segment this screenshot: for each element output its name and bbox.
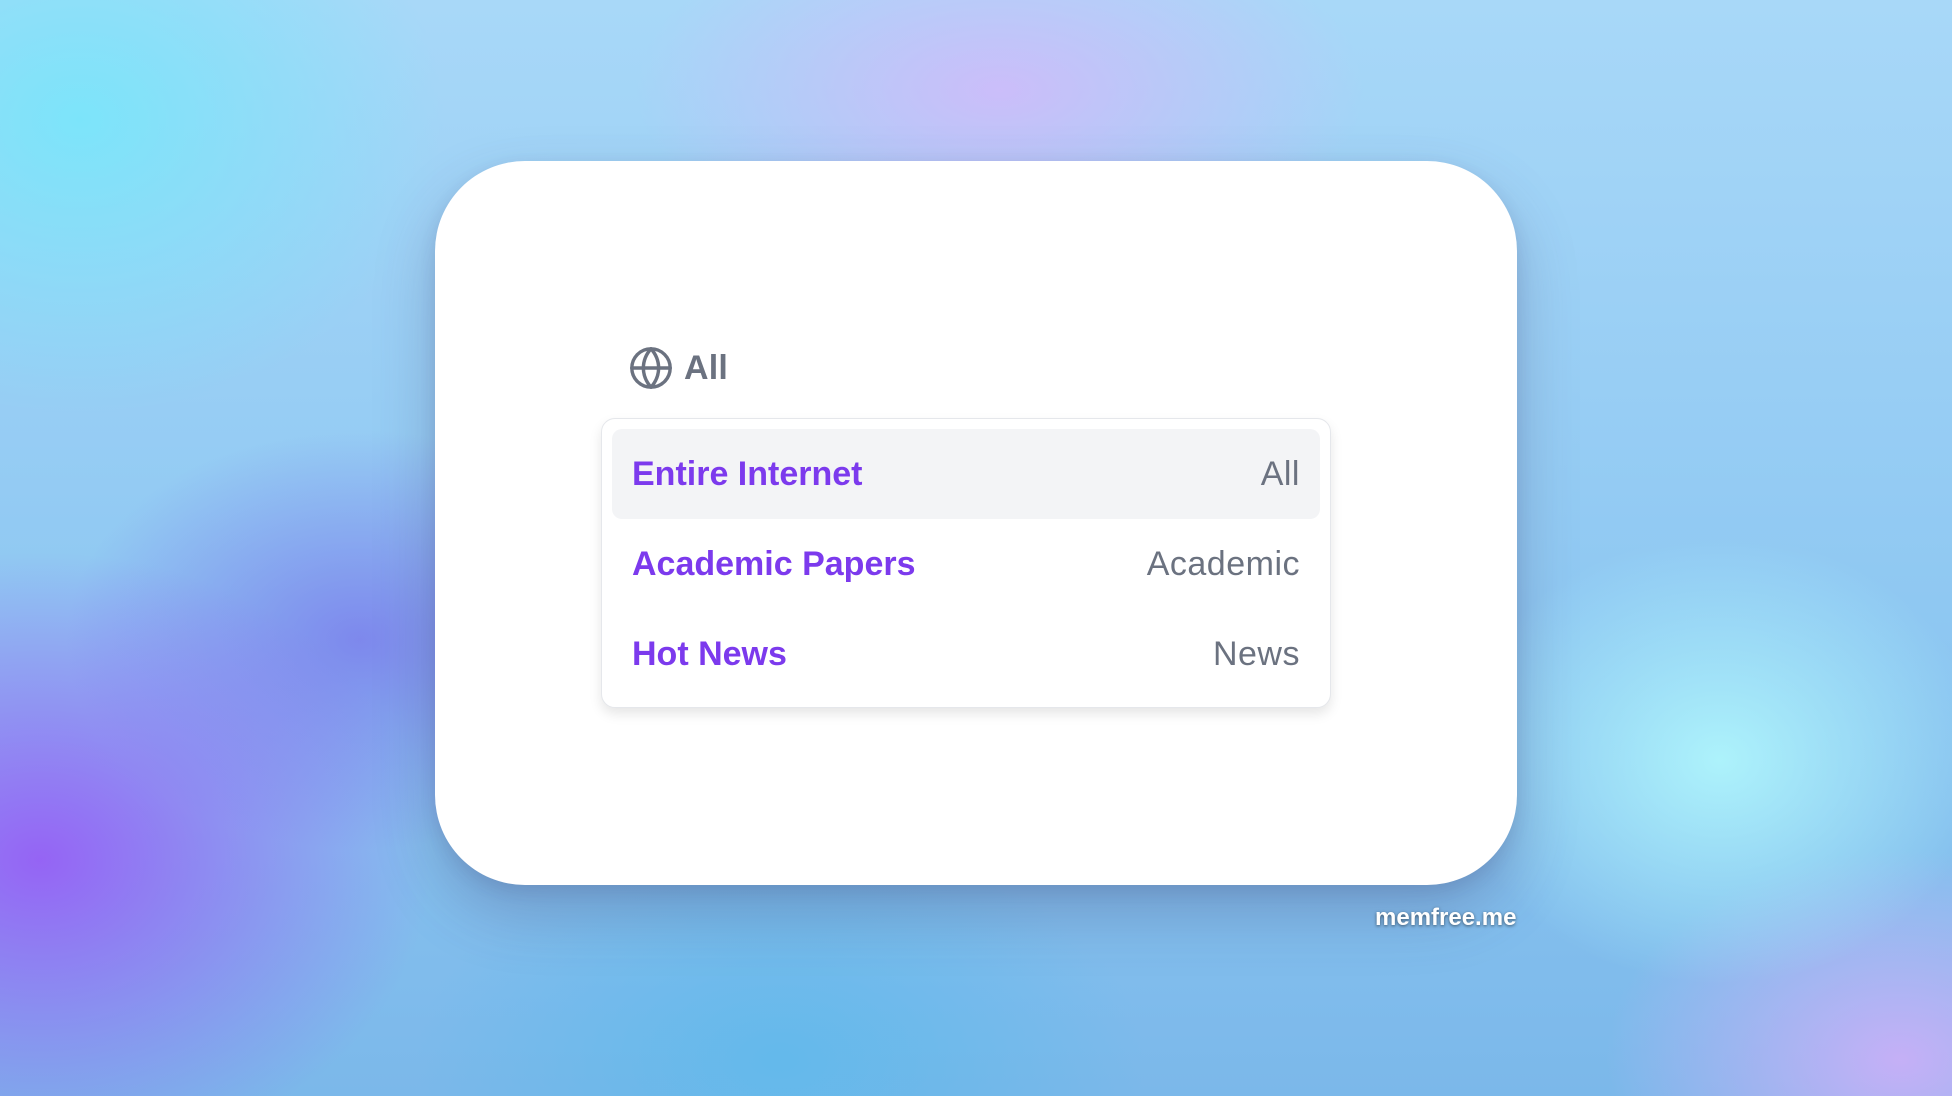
menu-item-label: Hot News xyxy=(632,634,787,673)
menu-item-label: Entire Internet xyxy=(632,454,863,493)
menu-item-hot-news[interactable]: Hot News News xyxy=(612,609,1320,699)
menu-item-label: Academic Papers xyxy=(632,544,916,583)
menu-item-shortcut: Academic xyxy=(1146,544,1300,583)
menu-item-shortcut: All xyxy=(1260,454,1300,493)
search-source-selector[interactable]: All xyxy=(628,343,728,393)
dropdown-menu: Entire Internet All Academic Papers Acad… xyxy=(601,418,1331,708)
watermark: memfree.me xyxy=(1375,904,1517,931)
globe-icon xyxy=(630,347,672,389)
selector-current-label: All xyxy=(684,348,729,387)
menu-item-academic-papers[interactable]: Academic Papers Academic xyxy=(612,519,1320,609)
menu-item-shortcut: News xyxy=(1212,634,1300,673)
menu-item-entire-internet[interactable]: Entire Internet All xyxy=(612,429,1320,519)
card: All Entire Internet All Academic Papers … xyxy=(435,161,1517,885)
